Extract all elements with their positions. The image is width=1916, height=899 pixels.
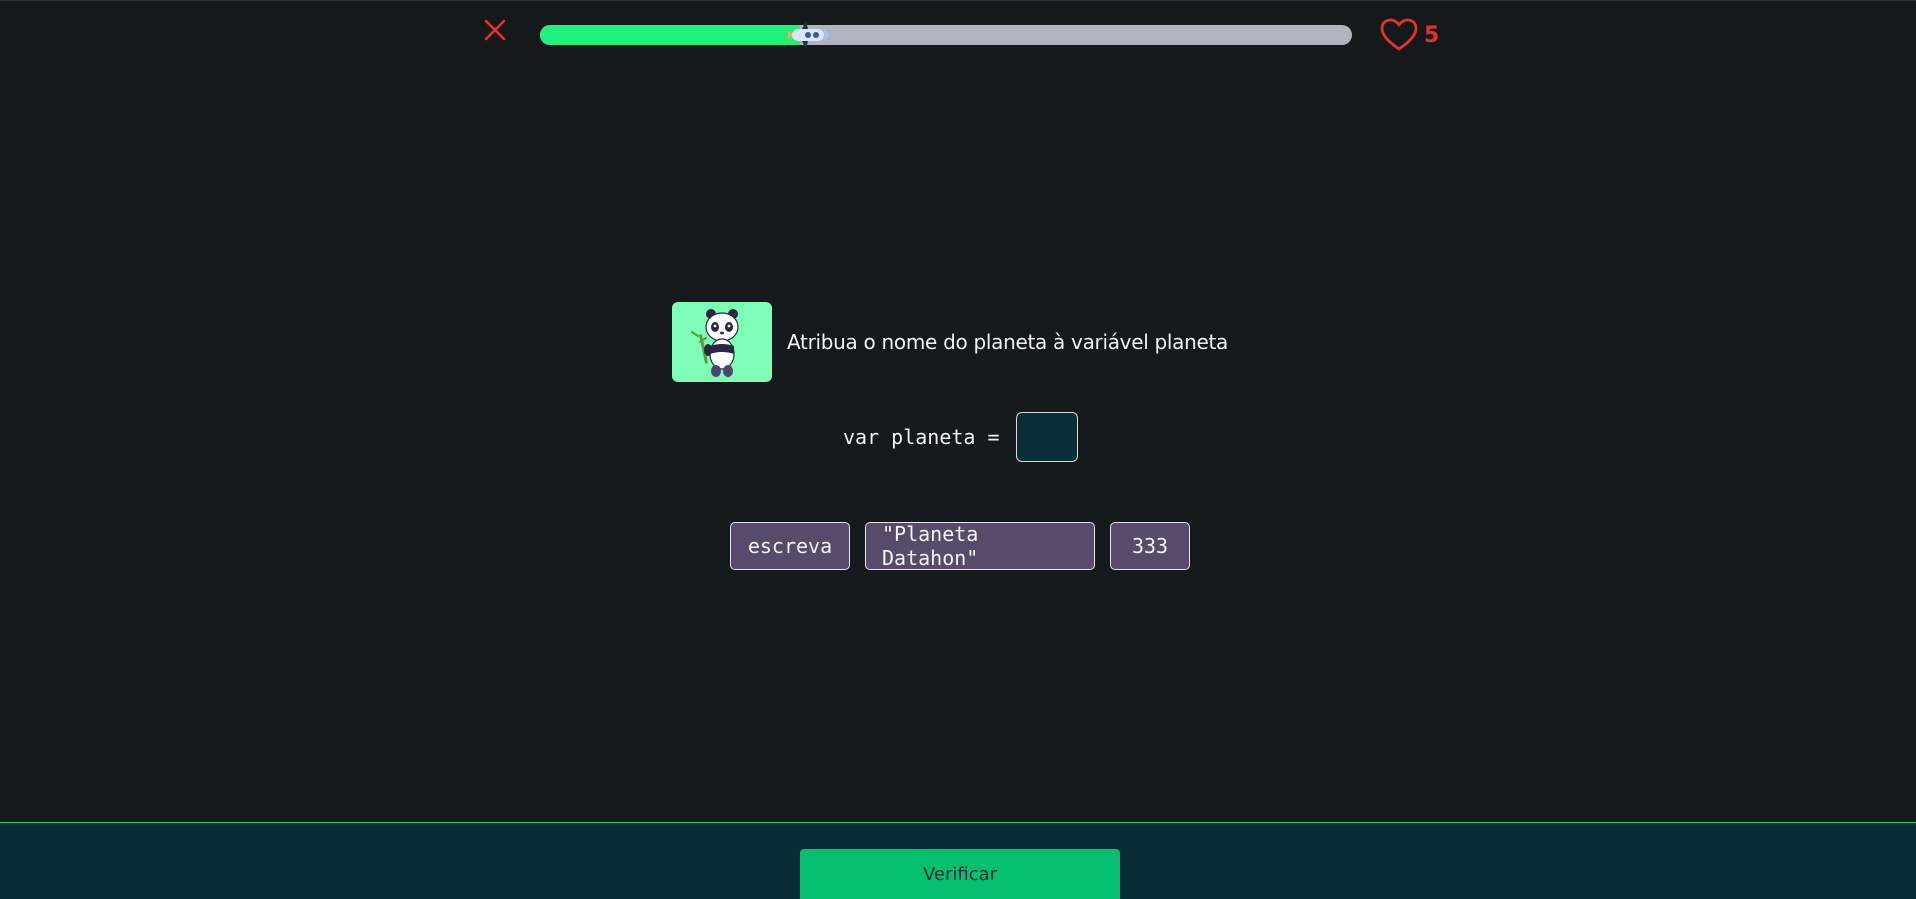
lives-count: 5 — [1424, 22, 1440, 48]
progress-fill — [540, 25, 800, 45]
option-333[interactable]: 333 — [1110, 522, 1190, 570]
verify-button[interactable]: Verificar — [800, 849, 1120, 899]
footer-bar: Verificar — [0, 822, 1916, 899]
close-icon — [480, 16, 510, 46]
option-escreva[interactable]: escreva — [730, 522, 850, 570]
option-planeta-datahon[interactable]: "Planeta Datahon" — [865, 522, 1095, 570]
close-button[interactable] — [480, 16, 510, 46]
heart-icon — [1380, 18, 1418, 52]
question-text: Atribua o nome do planeta à variável pla… — [787, 330, 1228, 354]
code-line: var planeta = — [843, 412, 1078, 462]
top-divider — [0, 0, 1916, 1]
question-prompt: Atribua o nome do planeta à variável pla… — [672, 302, 1228, 382]
answer-options: escreva "Planeta Datahon" 333 — [730, 522, 1190, 570]
answer-slot[interactable] — [1015, 412, 1078, 462]
mascot-image — [672, 302, 772, 382]
rocket-icon — [787, 17, 834, 53]
code-prefix: var planeta = — [843, 425, 1000, 449]
progress-bar — [540, 21, 1352, 49]
lives-counter: 5 — [1380, 18, 1439, 52]
lesson-screen: 5 Atribua o nome do planeta à variável p… — [0, 0, 1916, 899]
panda-with-bamboo-icon — [672, 302, 772, 382]
